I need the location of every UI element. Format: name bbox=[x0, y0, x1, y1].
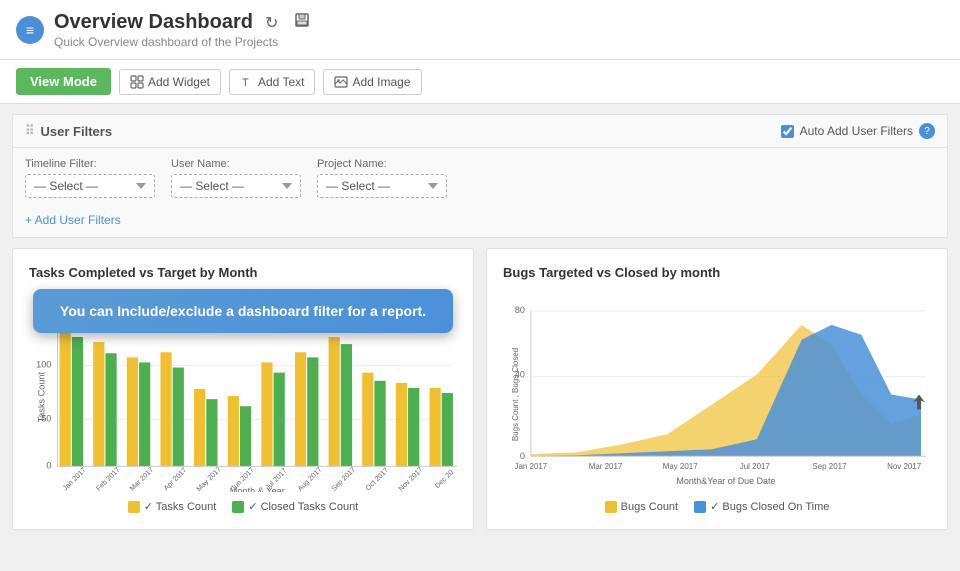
username-filter-group: User Name: — Select — bbox=[171, 158, 301, 198]
svg-text:Tasks Count: Tasks Count bbox=[36, 371, 46, 422]
user-filters-body: Timeline Filter: — Select — User Name: —… bbox=[13, 148, 947, 208]
svg-text:Nov 2017: Nov 2017 bbox=[887, 462, 922, 471]
header: ≡ Overview Dashboard ↻ Quick Overview da… bbox=[0, 0, 960, 60]
svg-text:Month&Year of Due Date: Month&Year of Due Date bbox=[676, 476, 775, 486]
add-image-label: Add Image bbox=[352, 75, 410, 89]
legend-label-tasks: ✓ Tasks Count bbox=[144, 500, 217, 513]
charts-area: Tasks Completed vs Target by Month You c… bbox=[12, 248, 948, 530]
svg-text:May 2017: May 2017 bbox=[663, 462, 699, 471]
timeline-filter-label: Timeline Filter: bbox=[25, 158, 155, 170]
svg-text:May 2017: May 2017 bbox=[195, 465, 223, 492]
legend-bugs-closed: ✓ Bugs Closed On Time bbox=[694, 500, 829, 513]
svg-text:Nov 2017: Nov 2017 bbox=[397, 466, 424, 492]
right-chart-panel: Bugs Targeted vs Closed by month 80 40 0… bbox=[486, 248, 948, 530]
legend-label-bugs-closed: ✓ Bugs Closed On Time bbox=[710, 500, 829, 513]
area-chart-container: 80 40 0 Bugs Count , Bugs Closed bbox=[503, 292, 931, 492]
svg-text:Apr 2017: Apr 2017 bbox=[162, 466, 188, 492]
legend-tasks-count: ✓ Tasks Count bbox=[128, 500, 217, 513]
page-title-text: Overview Dashboard bbox=[54, 11, 253, 34]
add-image-button[interactable]: Add Image bbox=[323, 69, 421, 95]
project-filter-select[interactable]: — Select — bbox=[317, 174, 447, 198]
add-widget-button[interactable]: Add Widget bbox=[119, 69, 221, 95]
legend-label-bugs: Bugs Count bbox=[621, 501, 678, 513]
header-title-block: Overview Dashboard ↻ Quick Overview dash… bbox=[54, 10, 944, 49]
auto-add-checkbox[interactable] bbox=[781, 125, 794, 138]
left-chart-legend: ✓ Tasks Count ✓ Closed Tasks Count bbox=[29, 500, 457, 513]
svg-text:Month & Year: Month & Year bbox=[230, 486, 285, 492]
legend-color-closed bbox=[232, 501, 244, 513]
bar-tasks-jan bbox=[60, 326, 71, 467]
username-filter-label: User Name: bbox=[171, 158, 301, 170]
right-chart-legend: Bugs Count ✓ Bugs Closed On Time bbox=[503, 500, 931, 513]
user-filters-title: ⠿ User Filters bbox=[25, 123, 112, 139]
bar-closed-jan bbox=[72, 337, 83, 466]
svg-text:T: T bbox=[242, 77, 249, 89]
tooltip-text: You can Include/exclude a dashboard filt… bbox=[60, 303, 426, 319]
left-chart-title: Tasks Completed vs Target by Month bbox=[29, 265, 457, 280]
project-filter-group: Project Name: — Select — bbox=[317, 158, 447, 198]
svg-text:Aug 2017: Aug 2017 bbox=[296, 466, 323, 492]
legend-closed-tasks: ✓ Closed Tasks Count bbox=[232, 500, 358, 513]
svg-text:Feb 2017: Feb 2017 bbox=[95, 466, 122, 492]
svg-text:100: 100 bbox=[36, 360, 51, 370]
user-filters-right: Auto Add User Filters ? bbox=[781, 123, 935, 139]
area-chart-svg: 80 40 0 Bugs Count , Bugs Closed bbox=[503, 292, 931, 492]
svg-text:0: 0 bbox=[46, 460, 51, 470]
left-chart-panel: Tasks Completed vs Target by Month You c… bbox=[12, 248, 474, 530]
page-title: Overview Dashboard ↻ bbox=[54, 10, 944, 35]
legend-bugs-count: Bugs Count bbox=[605, 500, 678, 513]
user-filters-panel: ⠿ User Filters Auto Add User Filters ? T… bbox=[12, 114, 948, 238]
svg-text:Bugs Count , Bugs Closed: Bugs Count , Bugs Closed bbox=[511, 348, 520, 441]
legend-color-bugs bbox=[605, 501, 617, 513]
auto-add-label: Auto Add User Filters bbox=[800, 124, 913, 138]
project-filter-label: Project Name: bbox=[317, 158, 447, 170]
user-filters-header: ⠿ User Filters Auto Add User Filters ? bbox=[13, 115, 947, 148]
view-mode-button[interactable]: View Mode bbox=[16, 68, 111, 95]
help-icon[interactable]: ? bbox=[919, 123, 935, 139]
svg-text:0: 0 bbox=[520, 451, 525, 461]
legend-color-tasks bbox=[128, 501, 140, 513]
toolbar: View Mode Add Widget T Add Text Add Imag… bbox=[0, 60, 960, 104]
svg-text:Sep 2017: Sep 2017 bbox=[812, 462, 847, 471]
tooltip-overlay: You can Include/exclude a dashboard filt… bbox=[33, 289, 453, 333]
svg-text:Jan 2017: Jan 2017 bbox=[61, 466, 87, 492]
add-widget-label: Add Widget bbox=[148, 75, 210, 89]
svg-text:Jan 2017: Jan 2017 bbox=[515, 462, 548, 471]
refresh-button[interactable]: ↻ bbox=[261, 11, 282, 35]
svg-text:Dec 20: Dec 20 bbox=[434, 468, 456, 490]
app-icon-symbol: ≡ bbox=[26, 22, 34, 38]
drag-handle-icon: ⠿ bbox=[25, 123, 35, 139]
right-chart-title: Bugs Targeted vs Closed by month bbox=[503, 265, 931, 280]
svg-text:80: 80 bbox=[515, 305, 525, 315]
svg-text:Mar 2017: Mar 2017 bbox=[128, 466, 155, 492]
add-text-label: Add Text bbox=[258, 75, 304, 89]
legend-color-bugs-closed bbox=[694, 501, 706, 513]
legend-label-closed: ✓ Closed Tasks Count bbox=[248, 500, 358, 513]
add-filter-link[interactable]: + Add User Filters bbox=[25, 209, 121, 231]
username-filter-select[interactable]: — Select — bbox=[171, 174, 301, 198]
page-subtitle: Quick Overview dashboard of the Projects bbox=[54, 35, 944, 49]
svg-text:Mar 2017: Mar 2017 bbox=[589, 462, 623, 471]
app-icon: ≡ bbox=[16, 16, 44, 44]
timeline-filter-select[interactable]: — Select — bbox=[25, 174, 155, 198]
widget-icon bbox=[130, 75, 144, 89]
image-icon bbox=[334, 75, 348, 89]
svg-text:Sep 2017: Sep 2017 bbox=[330, 466, 357, 492]
timeline-filter-group: Timeline Filter: — Select — bbox=[25, 158, 155, 198]
save-button[interactable] bbox=[290, 10, 314, 35]
user-filters-title-text: User Filters bbox=[41, 124, 113, 139]
text-icon: T bbox=[240, 75, 254, 89]
svg-text:Oct 2017: Oct 2017 bbox=[364, 466, 390, 492]
svg-text:Jul 2017: Jul 2017 bbox=[740, 462, 771, 471]
add-text-button[interactable]: T Add Text bbox=[229, 69, 315, 95]
